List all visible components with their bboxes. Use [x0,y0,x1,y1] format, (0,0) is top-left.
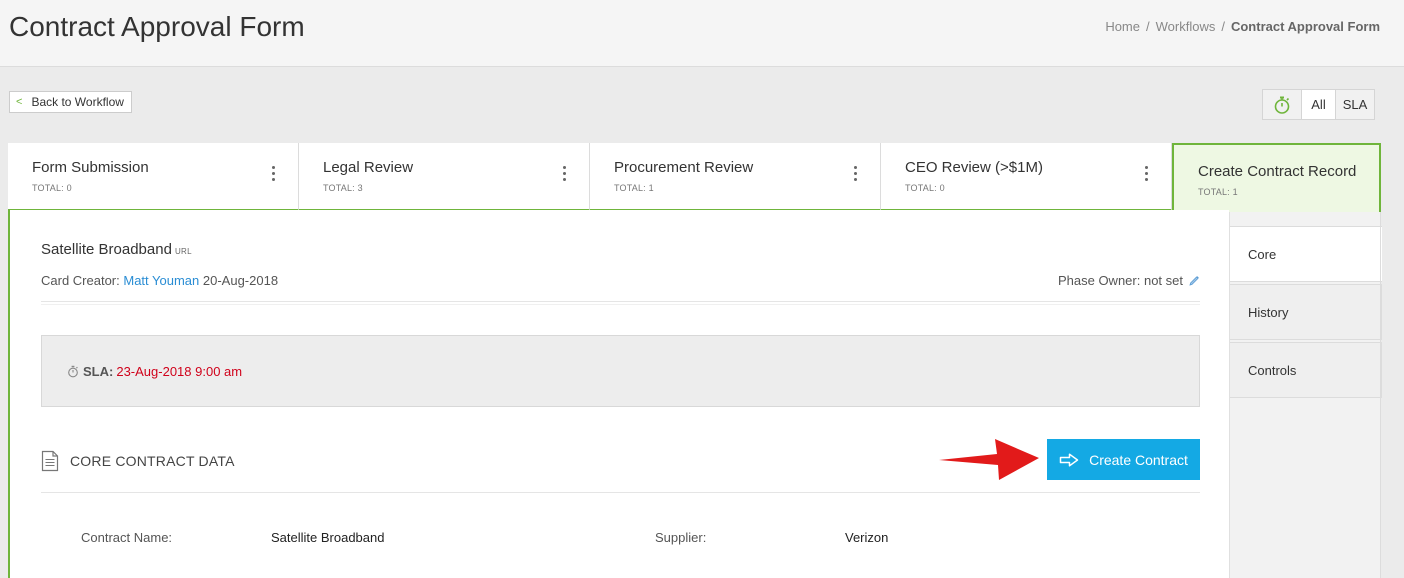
side-rail-divider [1380,212,1381,578]
card-detail-panel: Satellite Broadband URL Card Creator: Mat… [8,210,1229,578]
kebab-menu-icon[interactable] [563,166,567,181]
page-header: Contract Approval Form Home / Workflows / Co… [0,0,1404,67]
document-icon [41,450,59,472]
phase-tab-ceo-review[interactable]: CEO Review (>$1M) TOTAL: 0 [881,143,1172,211]
phase-tab-procurement-review[interactable]: Procurement Review TOTAL: 1 [590,143,881,211]
phase-name: Procurement Review [614,159,754,176]
stopwatch-icon [1274,96,1290,114]
side-tab-history[interactable]: History [1230,284,1382,340]
kebab-menu-icon[interactable] [1145,166,1149,181]
back-to-workflow-button[interactable]: < Back to Workflow [9,91,132,113]
phase-tab-legal-review[interactable]: Legal Review TOTAL: 3 [299,143,590,211]
breadcrumb-separator: / [1146,19,1150,34]
phase-total: TOTAL: 0 [32,183,72,193]
phase-tab-form-submission[interactable]: Form Submission TOTAL: 0 [8,143,299,211]
phase-name: Legal Review [323,159,414,176]
core-contract-data-header: CORE CONTRACT DATA [41,450,235,472]
sla-panel: SLA: 23-Aug-2018 9:00 am [41,335,1200,407]
breadcrumb-workflows[interactable]: Workflows [1156,19,1216,34]
divider [41,301,1200,302]
phase-total: TOTAL: 0 [905,183,945,193]
phase-name: CEO Review (>$1M) [905,159,1043,176]
sla-due-date: 23-Aug-2018 9:00 am [116,364,243,379]
sla-line: SLA: 23-Aug-2018 9:00 am [67,364,242,379]
card-creator-link[interactable]: Matt Youman [123,273,199,288]
phase-total: TOTAL: 3 [323,183,363,193]
chevron-left-icon: < [16,96,23,108]
kebab-menu-icon[interactable] [854,166,858,181]
divider [41,304,1200,305]
sla-label: SLA: [83,364,114,379]
create-contract-button[interactable]: Create Contract [1047,439,1200,480]
phase-tabs: Form Submission TOTAL: 0 Legal Review TO… [8,143,1381,212]
divider [41,492,1200,493]
breadcrumb: Home / Workflows / Contract Approval Form [1105,19,1380,34]
card-created-date: 20-Aug-2018 [202,273,279,288]
breadcrumb-separator: / [1221,19,1225,34]
pencil-edit-icon[interactable] [1188,275,1200,287]
phase-tab-create-contract-record[interactable]: Create Contract Record TOTAL: 1 [1172,143,1381,212]
kebab-menu-icon[interactable] [272,166,276,181]
side-tab-core[interactable]: Core [1230,226,1382,282]
arrow-right-icon [1059,452,1079,467]
breadcrumb-current: Contract Approval Form [1230,19,1380,34]
phase-total: TOTAL: 1 [614,183,654,193]
card-creator-label: Card Creator: [41,273,120,288]
card-side-tabs: Core History Controls [1229,212,1382,578]
card-filter-group: All SLA [1262,89,1375,120]
phase-owner-label: Phase Owner: [1057,273,1141,288]
back-button-label: Back to Workflow [31,95,124,109]
section-title: CORE CONTRACT DATA [70,453,235,469]
url-tag[interactable]: URL [175,247,192,256]
supplier-link[interactable]: Verizon [845,530,888,545]
phase-total: TOTAL: 1 [1198,187,1238,197]
stopwatch-icon [68,365,78,378]
card-title: Satellite Broadband URL [41,241,192,258]
breadcrumb-home[interactable]: Home [1105,19,1140,34]
contract-name-value: Satellite Broadband [271,530,385,545]
red-arrow-annotation [939,439,1039,480]
phase-name: Create Contract Record [1198,163,1357,180]
phase-name: Form Submission [32,159,149,176]
create-contract-label: Create Contract [1089,451,1188,468]
card-title-text: Satellite Broadband [41,241,172,258]
stopwatch-filter-button[interactable] [1263,90,1301,119]
phase-owner: Phase Owner: not set [1058,273,1200,288]
card-creator-line: Card Creator: Matt Youman 20-Aug-2018 [41,273,278,288]
page-title: Contract Approval Form [9,11,305,42]
phase-owner-value: not set [1143,273,1183,288]
contract-name-label: Contract Name: [81,530,173,545]
supplier-label: Supplier: [655,530,707,545]
side-tab-controls[interactable]: Controls [1230,342,1382,398]
filter-sla-button[interactable]: SLA [1335,90,1374,119]
filter-all-button[interactable]: All [1301,90,1335,119]
